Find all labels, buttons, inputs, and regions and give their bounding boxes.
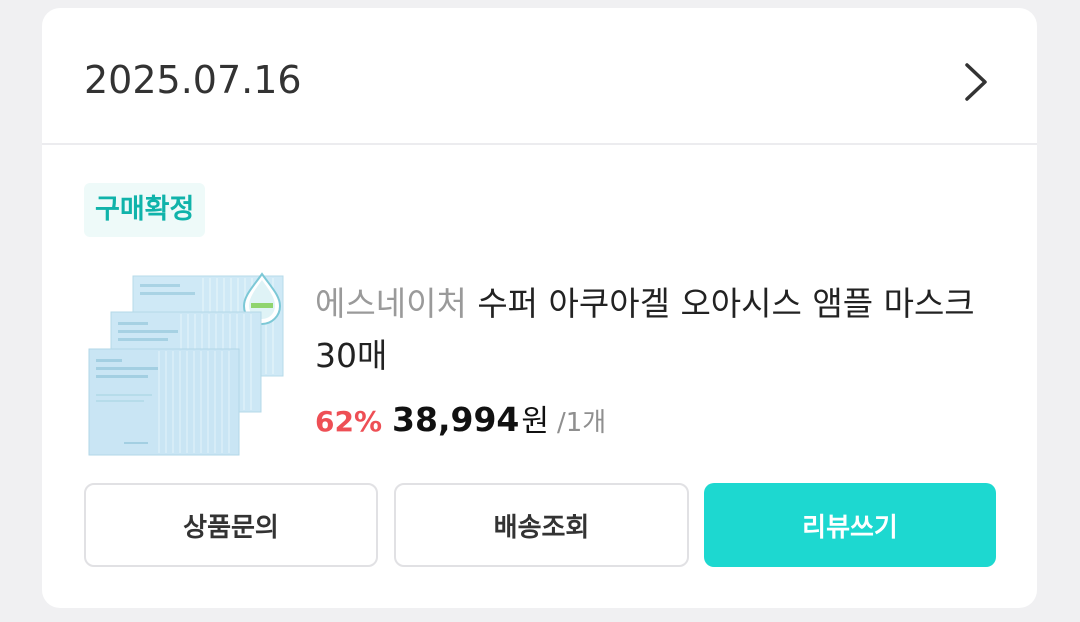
delivery-tracking-button[interactable]: 배송조회 (394, 483, 689, 567)
product-quantity: /1개 (556, 408, 607, 438)
product-inquiry-button[interactable]: 상품문의 (84, 483, 378, 567)
currency-unit: 원 (521, 404, 549, 439)
product-price: 38,994 (392, 400, 520, 439)
product-brand: 에스네이처 (315, 284, 467, 323)
discount-rate: 62% (315, 405, 383, 438)
status-badge: 구매확정 (84, 183, 206, 237)
product-image[interactable] (84, 266, 294, 458)
product-info: 에스네이처 수퍼 아쿠아겔 오아시스 앰플 마스크 30매 62% 38,994… (315, 278, 995, 440)
order-card: 2025.07.16 구매확정 에스네이처 수퍼 아쿠아겔 오아시스 앰플 마스… (42, 8, 1037, 608)
mask-pack-front (88, 348, 240, 456)
product-name[interactable]: 에스네이처 수퍼 아쿠아겔 오아시스 앰플 마스크 30매 (315, 278, 995, 382)
write-review-button[interactable]: 리뷰쓰기 (704, 483, 996, 567)
order-header[interactable]: 2025.07.16 (42, 8, 1037, 145)
order-date: 2025.07.16 (84, 58, 302, 102)
price-row: 62% 38,994 원 /1개 (315, 396, 995, 440)
chevron-right-icon[interactable] (958, 59, 992, 105)
